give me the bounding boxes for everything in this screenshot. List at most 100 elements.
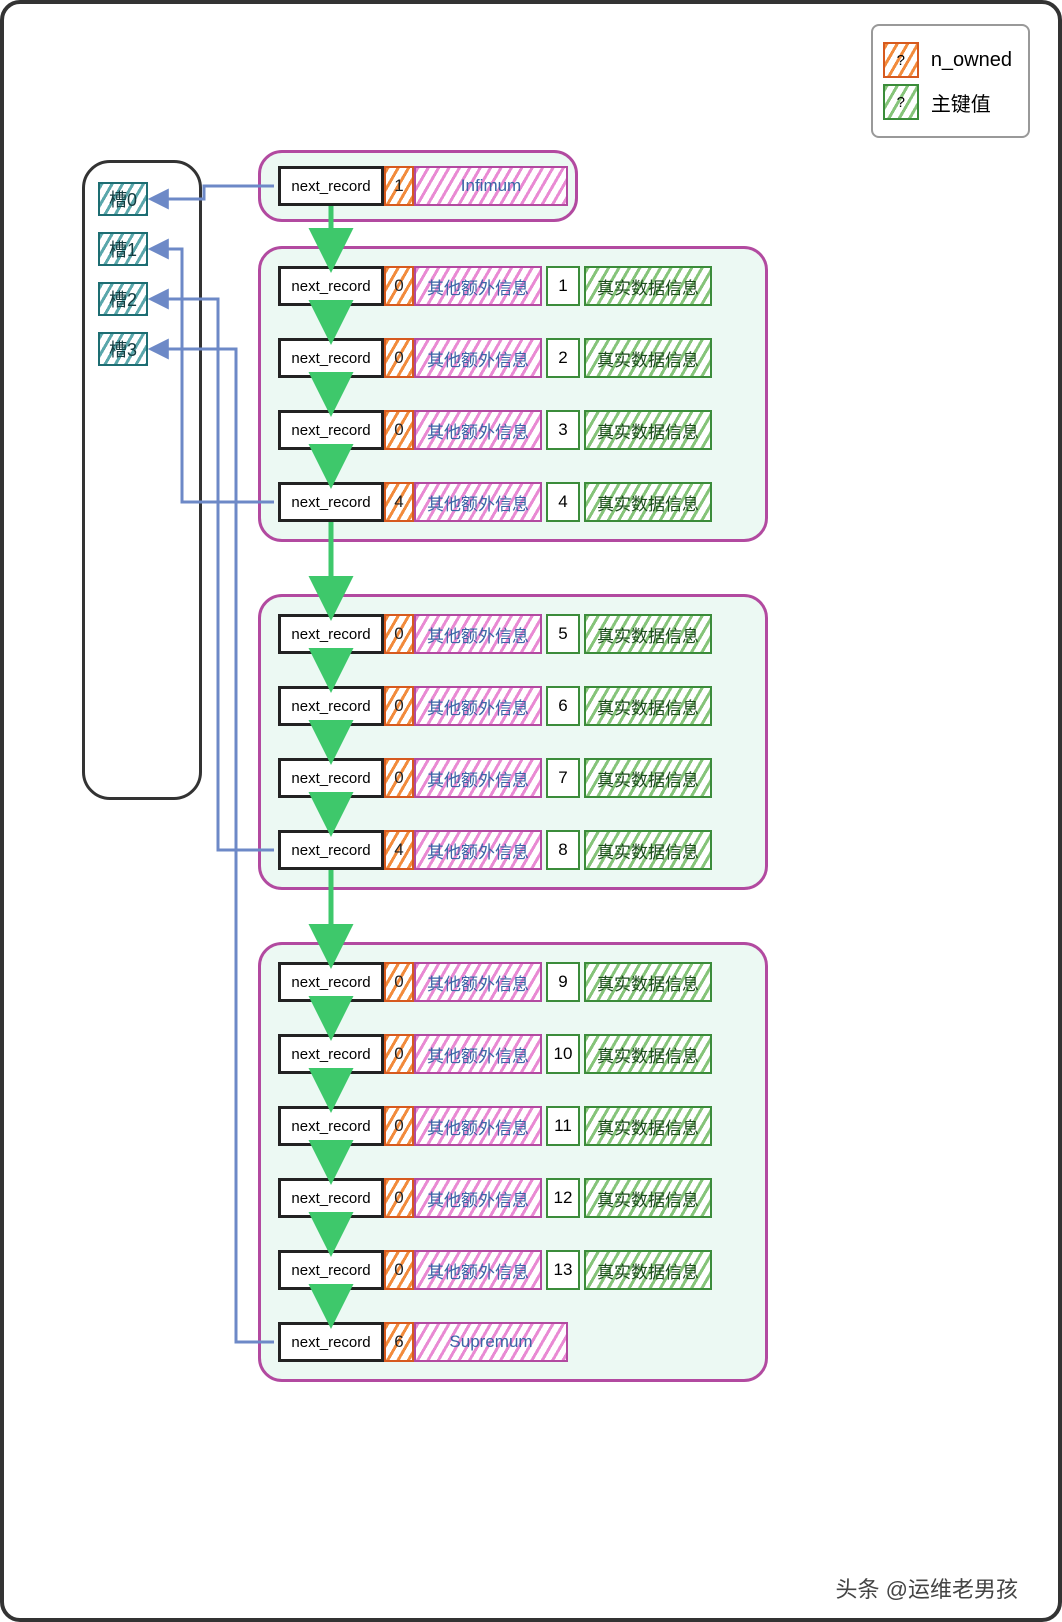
- next-record-cell: next_record: [278, 266, 384, 306]
- slot-2: 槽2: [98, 282, 148, 316]
- slot-0: 槽0: [98, 182, 148, 216]
- watermark-text: 头条 @运维老男孩: [836, 1572, 1018, 1604]
- real-data-cell: 真实数据信息: [584, 266, 712, 306]
- n-owned-cell: 0: [384, 1250, 414, 1290]
- legend-row-pk: ? 主键值: [883, 84, 1012, 120]
- record-row: next_record0其他额外信息2真实数据信息: [278, 338, 712, 378]
- legend-box: ? n_owned ? 主键值: [871, 24, 1030, 138]
- record-row: next_record4其他额外信息8真实数据信息: [278, 830, 712, 870]
- pk-cell: 13: [546, 1250, 580, 1290]
- extra-info-cell: 其他额外信息: [414, 1178, 542, 1218]
- next-record-cell: next_record: [278, 962, 384, 1002]
- real-data-cell: 真实数据信息: [584, 758, 712, 798]
- real-data-cell: 真实数据信息: [584, 482, 712, 522]
- next-record-cell: next_record: [278, 830, 384, 870]
- real-data-cell: 真实数据信息: [584, 1178, 712, 1218]
- real-data-cell: 真实数据信息: [584, 1250, 712, 1290]
- extra-info-cell: 其他额外信息: [414, 686, 542, 726]
- slot-3: 槽3: [98, 332, 148, 366]
- legend-label-pk: 主键值: [931, 88, 991, 117]
- infimum-supremum-cell: Supremum: [414, 1322, 568, 1362]
- infimum-supremum-cell: Infimum: [414, 166, 568, 206]
- next-record-cell: next_record: [278, 482, 384, 522]
- next-record-cell: next_record: [278, 1250, 384, 1290]
- pk-cell: 6: [546, 686, 580, 726]
- next-record-cell: next_record: [278, 686, 384, 726]
- next-record-cell: next_record: [278, 614, 384, 654]
- pk-cell: 4: [546, 482, 580, 522]
- n-owned-cell: 0: [384, 1178, 414, 1218]
- slot-1: 槽1: [98, 232, 148, 266]
- record-row: next_record0其他额外信息3真实数据信息: [278, 410, 712, 450]
- pk-cell: 1: [546, 266, 580, 306]
- n-owned-cell: 0: [384, 614, 414, 654]
- real-data-cell: 真实数据信息: [584, 962, 712, 1002]
- real-data-cell: 真实数据信息: [584, 410, 712, 450]
- record-row: next_record0其他额外信息13真实数据信息: [278, 1250, 712, 1290]
- n-owned-cell: 6: [384, 1322, 414, 1362]
- pk-cell: 3: [546, 410, 580, 450]
- real-data-cell: 真实数据信息: [584, 614, 712, 654]
- record-row: next_record0其他额外信息10真实数据信息: [278, 1034, 712, 1074]
- legend-label-nowned: n_owned: [931, 49, 1012, 72]
- extra-info-cell: 其他额外信息: [414, 962, 542, 1002]
- real-data-cell: 真实数据信息: [584, 1034, 712, 1074]
- n-owned-cell: 0: [384, 1034, 414, 1074]
- n-owned-cell: 1: [384, 166, 414, 206]
- n-owned-cell: 0: [384, 758, 414, 798]
- n-owned-cell: 0: [384, 1106, 414, 1146]
- next-record-cell: next_record: [278, 166, 384, 206]
- record-row: next_record0其他额外信息1真实数据信息: [278, 266, 712, 306]
- record-row: next_record0其他额外信息7真实数据信息: [278, 758, 712, 798]
- extra-info-cell: 其他额外信息: [414, 758, 542, 798]
- pk-cell: 5: [546, 614, 580, 654]
- next-record-cell: next_record: [278, 758, 384, 798]
- legend-swatch-nowned: ?: [883, 42, 919, 78]
- n-owned-cell: 0: [384, 686, 414, 726]
- record-row: next_record0其他额外信息12真实数据信息: [278, 1178, 712, 1218]
- pk-cell: 12: [546, 1178, 580, 1218]
- record-row: next_record0其他额外信息11真实数据信息: [278, 1106, 712, 1146]
- n-owned-cell: 0: [384, 338, 414, 378]
- pk-cell: 7: [546, 758, 580, 798]
- record-row: next_record1Infimum: [278, 166, 568, 206]
- extra-info-cell: 其他额外信息: [414, 338, 542, 378]
- group-3: [258, 942, 768, 1382]
- record-row: next_record0其他额外信息6真实数据信息: [278, 686, 712, 726]
- pk-cell: 11: [546, 1106, 580, 1146]
- pk-cell: 9: [546, 962, 580, 1002]
- record-row: next_record4其他额外信息4真实数据信息: [278, 482, 712, 522]
- diagram-canvas: ? n_owned ? 主键值 槽0槽1槽2槽3 next_record1Inf…: [0, 0, 1062, 1622]
- pk-cell: 10: [546, 1034, 580, 1074]
- real-data-cell: 真实数据信息: [584, 1106, 712, 1146]
- n-owned-cell: 4: [384, 830, 414, 870]
- extra-info-cell: 其他额外信息: [414, 482, 542, 522]
- legend-swatch-pk: ?: [883, 84, 919, 120]
- extra-info-cell: 其他额外信息: [414, 1250, 542, 1290]
- real-data-cell: 真实数据信息: [584, 830, 712, 870]
- extra-info-cell: 其他额外信息: [414, 830, 542, 870]
- n-owned-cell: 0: [384, 962, 414, 1002]
- record-row: next_record6Supremum: [278, 1322, 568, 1362]
- extra-info-cell: 其他额外信息: [414, 1106, 542, 1146]
- real-data-cell: 真实数据信息: [584, 686, 712, 726]
- n-owned-cell: 4: [384, 482, 414, 522]
- next-record-cell: next_record: [278, 410, 384, 450]
- next-record-cell: next_record: [278, 1178, 384, 1218]
- extra-info-cell: 其他额外信息: [414, 410, 542, 450]
- next-record-cell: next_record: [278, 1322, 384, 1362]
- record-row: next_record0其他额外信息5真实数据信息: [278, 614, 712, 654]
- next-record-cell: next_record: [278, 1034, 384, 1074]
- extra-info-cell: 其他额外信息: [414, 266, 542, 306]
- real-data-cell: 真实数据信息: [584, 338, 712, 378]
- next-record-cell: next_record: [278, 1106, 384, 1146]
- next-record-cell: next_record: [278, 338, 384, 378]
- pk-cell: 2: [546, 338, 580, 378]
- extra-info-cell: 其他额外信息: [414, 614, 542, 654]
- n-owned-cell: 0: [384, 410, 414, 450]
- n-owned-cell: 0: [384, 266, 414, 306]
- pk-cell: 8: [546, 830, 580, 870]
- record-row: next_record0其他额外信息9真实数据信息: [278, 962, 712, 1002]
- legend-row-nowned: ? n_owned: [883, 42, 1012, 78]
- extra-info-cell: 其他额外信息: [414, 1034, 542, 1074]
